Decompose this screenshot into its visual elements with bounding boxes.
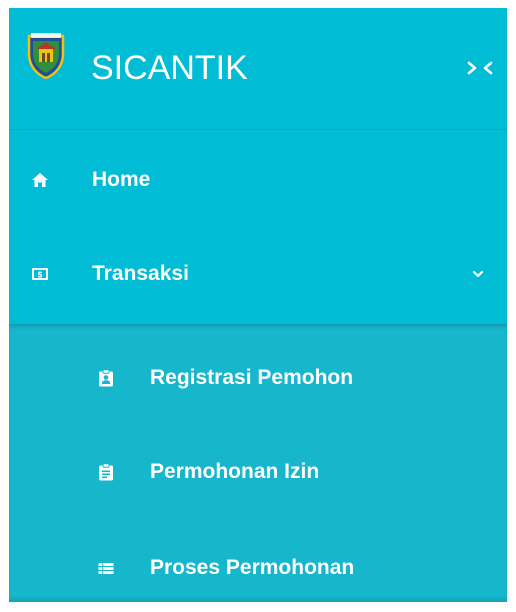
submenu-bottom-shadow (9, 596, 507, 602)
list-icon (98, 563, 114, 574)
chevron-down-icon (472, 270, 484, 278)
submenu-item-label: Registrasi Pemohon (150, 366, 354, 389)
submenu-item-label: Proses Permohonan (150, 556, 355, 579)
submenu-item-registrasi-pemohon[interactable]: Registrasi Pemohon (9, 348, 507, 408)
collapse-arrows-icon[interactable] (463, 58, 497, 78)
submenu-item-proses-permohonan[interactable]: Proses Permohonan (9, 538, 507, 598)
svg-text:$: $ (38, 270, 43, 279)
clipboard-user-icon (99, 369, 113, 387)
sidebar-item-transaksi[interactable]: $ Transaksi (9, 244, 507, 304)
submenu-item-label: Permohonan Izin (150, 460, 320, 483)
shield-crest-icon (27, 33, 65, 80)
submenu-item-permohonan-izin[interactable]: Permohonan Izin (9, 442, 507, 502)
sidebar-header: SICANTIK (9, 8, 507, 129)
header-divider (9, 129, 507, 130)
sidebar-item-home[interactable]: Home (9, 150, 507, 210)
sidebar-item-label: Home (92, 168, 151, 191)
clipboard-text-icon (99, 463, 113, 481)
money-icon: $ (32, 268, 48, 280)
sidebar-item-label: Transaksi (92, 262, 189, 285)
sidebar: SICANTIK Home $ Transaksi Registrasi Pem… (9, 8, 507, 602)
app-title: SICANTIK (91, 49, 248, 87)
home-icon (32, 173, 48, 187)
submenu-transaksi: Registrasi Pemohon Permohonan Izin Prose… (9, 324, 507, 602)
